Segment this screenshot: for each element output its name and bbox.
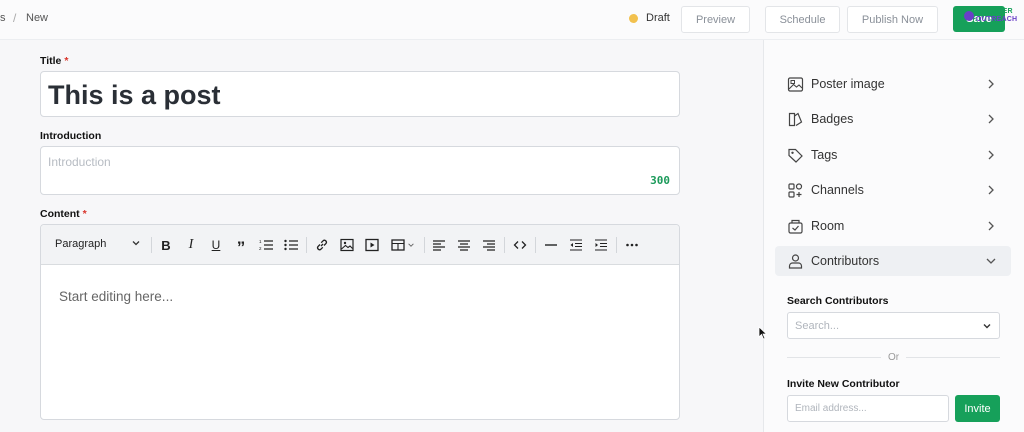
title-label: Title * <box>40 55 69 67</box>
toolbar-divider <box>306 237 307 253</box>
chevron-down-icon[interactable] <box>131 238 141 248</box>
email-placeholder: Email address... <box>795 403 867 414</box>
sidebar-item-contributors[interactable]: Contributors <box>775 246 1011 276</box>
chevron-right-icon <box>988 79 994 89</box>
chevron-down-icon <box>983 324 991 329</box>
intro-placeholder: Introduction <box>48 155 111 169</box>
breadcrumb-current: New <box>26 12 49 24</box>
watermark-logo: BLOGGER OUTREACH <box>964 8 1018 24</box>
title-input[interactable]: This is a post <box>40 71 680 117</box>
svg-text:2: 2 <box>259 246 262 251</box>
status-indicator: Draft <box>629 12 670 24</box>
sidebar-item-label: Room <box>811 219 845 233</box>
bold-icon[interactable]: B <box>157 236 175 254</box>
room-icon <box>787 218 804 235</box>
sidebar-item-poster-image[interactable]: Poster image <box>775 69 1011 99</box>
ordered-list-icon[interactable]: 12 <box>257 236 275 254</box>
search-contributors-select[interactable]: Search... <box>787 312 1000 339</box>
sidebar-item-channels[interactable]: Channels <box>775 175 1011 205</box>
required-mark: * <box>64 55 69 67</box>
sidebar-item-label: Badges <box>811 112 854 126</box>
indent-icon[interactable] <box>592 236 610 254</box>
required-mark: * <box>82 208 87 220</box>
table-icon[interactable] <box>388 236 418 254</box>
tag-icon <box>787 147 804 164</box>
or-divider-left <box>787 357 881 358</box>
horizontal-rule-icon[interactable] <box>542 236 560 254</box>
underline-icon[interactable]: U <box>207 236 225 254</box>
chevron-right-icon <box>988 221 994 231</box>
schedule-button[interactable]: Schedule <box>765 6 840 33</box>
publish-now-button[interactable]: Publish Now <box>847 6 938 33</box>
chevron-right-icon <box>988 185 994 195</box>
sidebar-item-label: Contributors <box>811 254 880 268</box>
align-left-icon[interactable] <box>430 236 448 254</box>
link-icon[interactable] <box>313 236 331 254</box>
code-icon[interactable] <box>511 236 529 254</box>
bullet-list-icon[interactable] <box>282 236 300 254</box>
email-field[interactable]: Email address... <box>787 395 949 422</box>
paragraph-select[interactable]: Paragraph <box>55 238 106 250</box>
chevron-right-icon <box>988 150 994 160</box>
toolbar-divider <box>616 237 617 253</box>
content-label-text: Content <box>40 208 80 220</box>
search-placeholder: Search... <box>795 320 840 332</box>
quote-icon[interactable]: ” <box>232 236 250 257</box>
align-right-icon[interactable] <box>480 236 498 254</box>
italic-icon[interactable]: I <box>182 236 200 254</box>
svg-text:1: 1 <box>259 239 262 244</box>
breadcrumb-prev[interactable]: s <box>0 12 6 24</box>
content-label: Content * <box>40 208 87 220</box>
watermark-line2: OUTREACH <box>976 16 1018 23</box>
status-dot-icon <box>629 13 638 23</box>
toolbar-divider <box>535 237 536 253</box>
or-text: Or <box>888 352 900 363</box>
chevron-right-icon <box>988 114 994 124</box>
toolbar-divider <box>504 237 505 253</box>
chevron-down-icon <box>986 258 996 264</box>
toolbar-divider <box>151 237 152 253</box>
users-icon <box>787 253 804 270</box>
watermark-icon <box>964 11 974 21</box>
align-center-icon[interactable] <box>455 236 473 254</box>
sidebar-item-badges[interactable]: Badges <box>775 104 1011 134</box>
sidebar-item-label: Poster image <box>811 77 885 91</box>
invite-contributor-label: Invite New Contributor <box>787 378 900 390</box>
mouse-cursor-icon <box>758 326 768 340</box>
image-icon <box>787 76 804 93</box>
watermark-line1: BLOGGER <box>976 8 1013 15</box>
editor-placeholder: Start editing here... <box>59 289 174 304</box>
sidebar-item-tags[interactable]: Tags <box>775 140 1011 170</box>
search-contributors-label: Search Contributors <box>787 295 889 307</box>
or-divider-right <box>906 357 1000 358</box>
image-icon[interactable] <box>338 236 356 254</box>
preview-button[interactable]: Preview <box>681 6 750 33</box>
introduction-input[interactable]: Introduction 300 <box>40 146 680 195</box>
sidebar-item-label: Tags <box>811 148 838 162</box>
title-value: This is a post <box>48 80 221 110</box>
outdent-icon[interactable] <box>567 236 585 254</box>
more-icon[interactable] <box>623 236 641 254</box>
editor-toolbar: Paragraph B I U ” 12 <box>41 225 679 265</box>
intro-label: Introduction <box>40 130 102 142</box>
content-editor[interactable]: Paragraph B I U ” 12 Start editing here.… <box>40 224 680 420</box>
intro-char-counter: 300 <box>650 174 670 187</box>
sidebar-item-label: Channels <box>811 183 864 197</box>
top-bar: s / New Draft Preview Schedule Publish N… <box>0 0 1024 40</box>
sidebar-item-room[interactable]: Room <box>775 211 1011 241</box>
invite-button[interactable]: Invite <box>955 395 1000 422</box>
breadcrumb-separator: / <box>13 11 17 25</box>
title-label-text: Title <box>40 55 62 67</box>
status-text: Draft <box>646 12 670 24</box>
toolbar-divider <box>424 237 425 253</box>
channels-icon <box>787 182 804 199</box>
video-icon[interactable] <box>363 236 381 254</box>
badge-icon <box>787 111 804 128</box>
